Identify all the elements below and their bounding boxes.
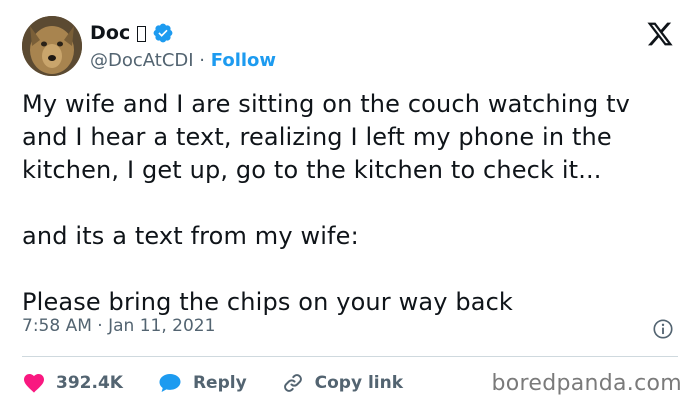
tweet-timestamp[interactable]: 7:58 AM · Jan 11, 2021	[22, 316, 215, 336]
meta-separator: ·	[97, 316, 103, 336]
like-count: 392.4K	[56, 373, 123, 393]
reply-label: Reply	[192, 373, 247, 393]
avatar-image	[22, 16, 82, 76]
tweet-date[interactable]: Jan 11, 2021	[108, 316, 215, 336]
tweet-paragraph: and its a text from my wife:	[22, 222, 359, 250]
verified-badge-icon	[153, 23, 173, 43]
copy-link-label: Copy link	[314, 373, 404, 393]
tweet-paragraph: My wife and I are sitting on the couch w…	[22, 90, 631, 184]
watermark: boredpanda.com	[491, 371, 682, 396]
heart-icon	[24, 374, 44, 393]
tweet-header: Doc @DocAtCDI · Follow	[22, 16, 678, 80]
tweet-time[interactable]: 7:58 AM	[22, 316, 92, 336]
like-button[interactable]: 392.4K	[22, 371, 123, 395]
emoji-placeholder-icon	[137, 25, 147, 42]
avatar[interactable]	[22, 16, 82, 76]
user-handle[interactable]: @DocAtCDI	[90, 50, 194, 71]
action-bar: 392.4K Reply Copy link	[22, 368, 437, 398]
divider	[22, 356, 678, 357]
reply-button[interactable]: Reply	[157, 371, 247, 395]
link-icon	[283, 374, 302, 392]
info-icon[interactable]	[652, 318, 674, 340]
display-name[interactable]: Doc	[90, 22, 130, 44]
speech-bubble-icon	[159, 374, 181, 392]
x-logo-icon[interactable]	[646, 20, 674, 48]
handle-separator: ·	[199, 50, 206, 71]
tweet-paragraph: Please bring the chips on your way back	[22, 288, 513, 316]
follow-button[interactable]: Follow	[211, 50, 276, 71]
tweet-text: My wife and I are sitting on the couch w…	[22, 88, 682, 319]
copy-link-button[interactable]: Copy link	[281, 371, 403, 395]
